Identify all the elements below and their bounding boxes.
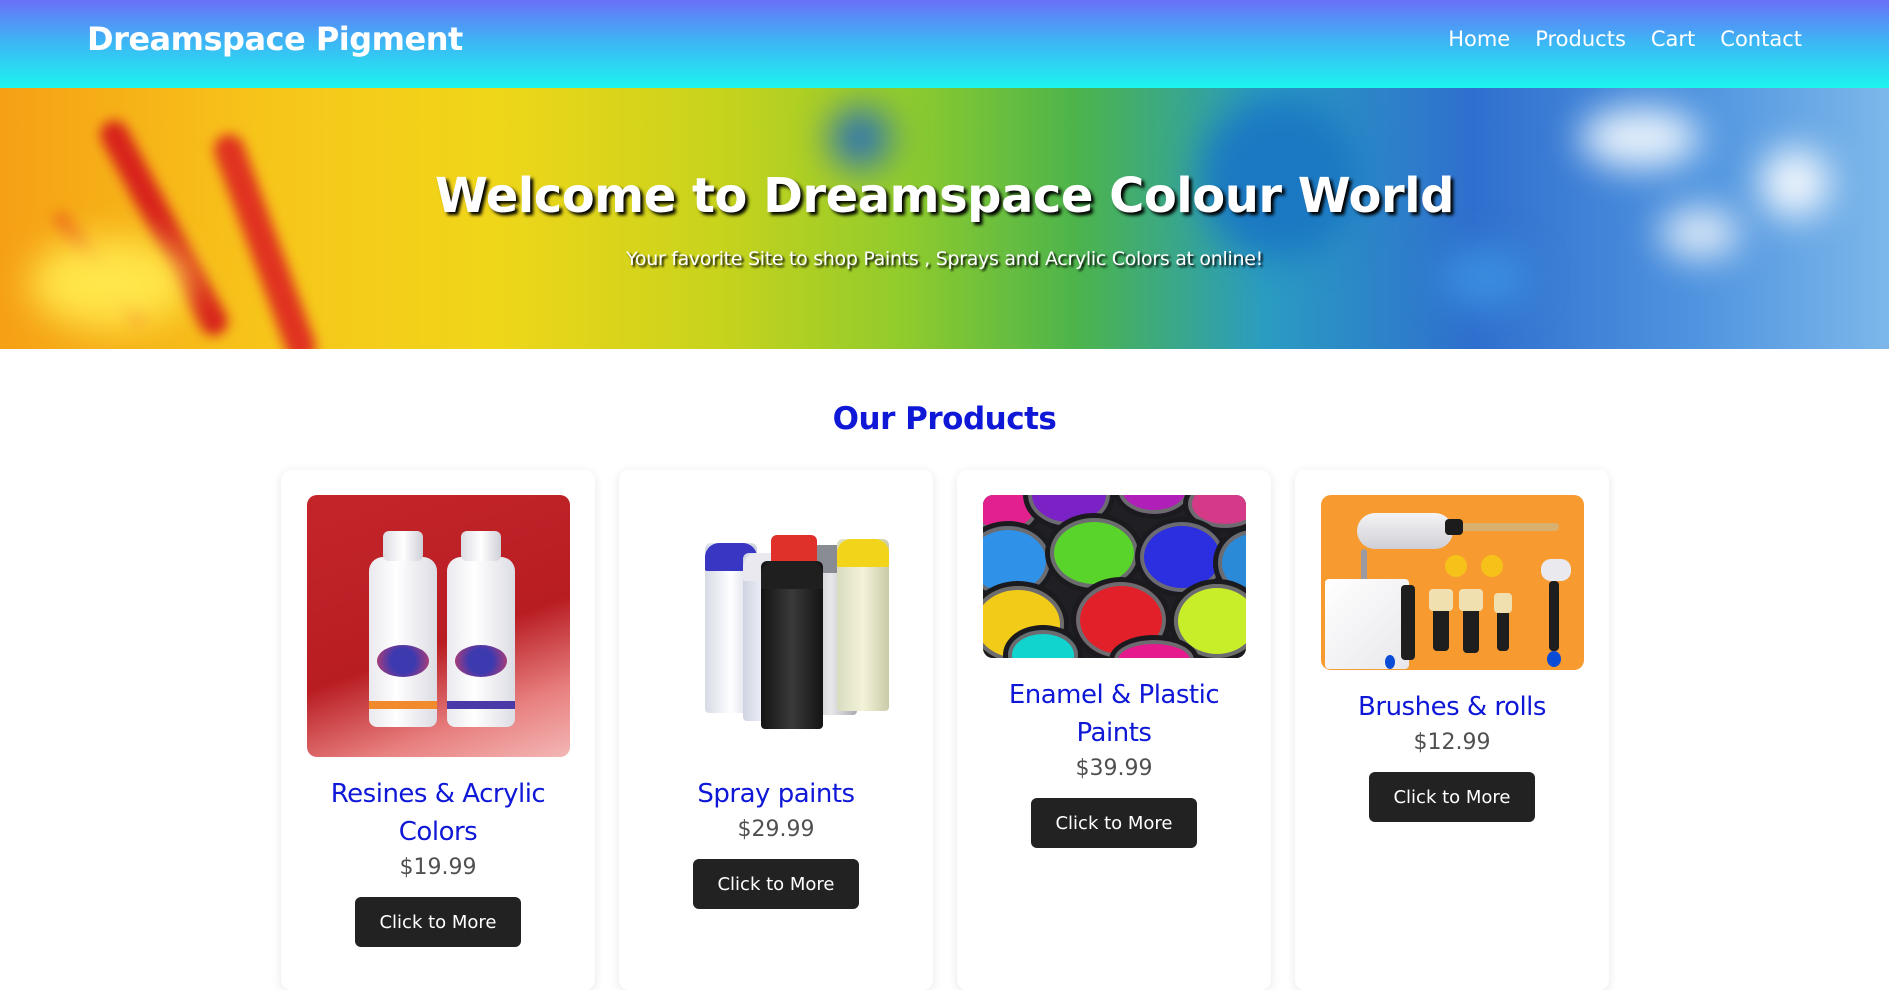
- site-header: Dreamspace Pigment Home Products Cart Co…: [0, 0, 1889, 88]
- nav-contact[interactable]: Contact: [1720, 27, 1802, 51]
- product-card: Spray paints $29.99 Click to More: [619, 470, 933, 990]
- product-card: Enamel & Plastic Paints $39.99 Click to …: [957, 470, 1271, 990]
- nav-products[interactable]: Products: [1535, 27, 1626, 51]
- hero-title: Welcome to Dreamspace Colour World: [435, 168, 1454, 224]
- brushes-rollers-image[interactable]: [1320, 495, 1584, 670]
- hero-banner: Welcome to Dreamspace Colour World Your …: [0, 88, 1889, 349]
- product-price: $39.99: [1075, 756, 1153, 781]
- click-to-more-button[interactable]: Click to More: [1031, 798, 1197, 848]
- hero-subtitle: Your favorite Site to shop Paints , Spra…: [626, 248, 1263, 270]
- product-card: Resines & Acrylic Colors $19.99 Click to…: [281, 470, 595, 990]
- product-price: $12.99: [1413, 730, 1491, 755]
- click-to-more-button[interactable]: Click to More: [693, 859, 859, 909]
- can-shape: [760, 561, 823, 729]
- spray-cans-image[interactable]: [644, 495, 908, 757]
- product-price: $29.99: [737, 817, 815, 842]
- hero-decor: [1580, 108, 1700, 168]
- paint-cans-image[interactable]: [982, 495, 1246, 658]
- hero-decor: [830, 108, 890, 168]
- product-price: $19.99: [399, 855, 477, 880]
- nav-home[interactable]: Home: [1448, 27, 1510, 51]
- product-name[interactable]: Resines & Acrylic Colors: [307, 775, 570, 851]
- product-card: Brushes & rolls $12.99 Click to More: [1295, 470, 1609, 990]
- nav-cart[interactable]: Cart: [1651, 27, 1695, 51]
- click-to-more-button[interactable]: Click to More: [1369, 772, 1535, 822]
- bottle-shape: [446, 531, 515, 727]
- product-grid: Resines & Acrylic Colors $19.99 Click to…: [281, 470, 1609, 990]
- click-to-more-button[interactable]: Click to More: [355, 897, 521, 947]
- bottle-shape: [368, 531, 437, 727]
- resin-bottles-image[interactable]: [306, 495, 570, 757]
- product-name[interactable]: Enamel & Plastic Paints: [983, 676, 1246, 752]
- can-shape: [836, 539, 889, 711]
- main-nav: Home Products Cart Contact: [1448, 27, 1802, 51]
- products-section-title: Our Products: [832, 401, 1057, 437]
- product-name[interactable]: Brushes & rolls: [1321, 688, 1584, 726]
- product-name[interactable]: Spray paints: [645, 775, 908, 813]
- brand-logo[interactable]: Dreamspace Pigment: [87, 20, 463, 58]
